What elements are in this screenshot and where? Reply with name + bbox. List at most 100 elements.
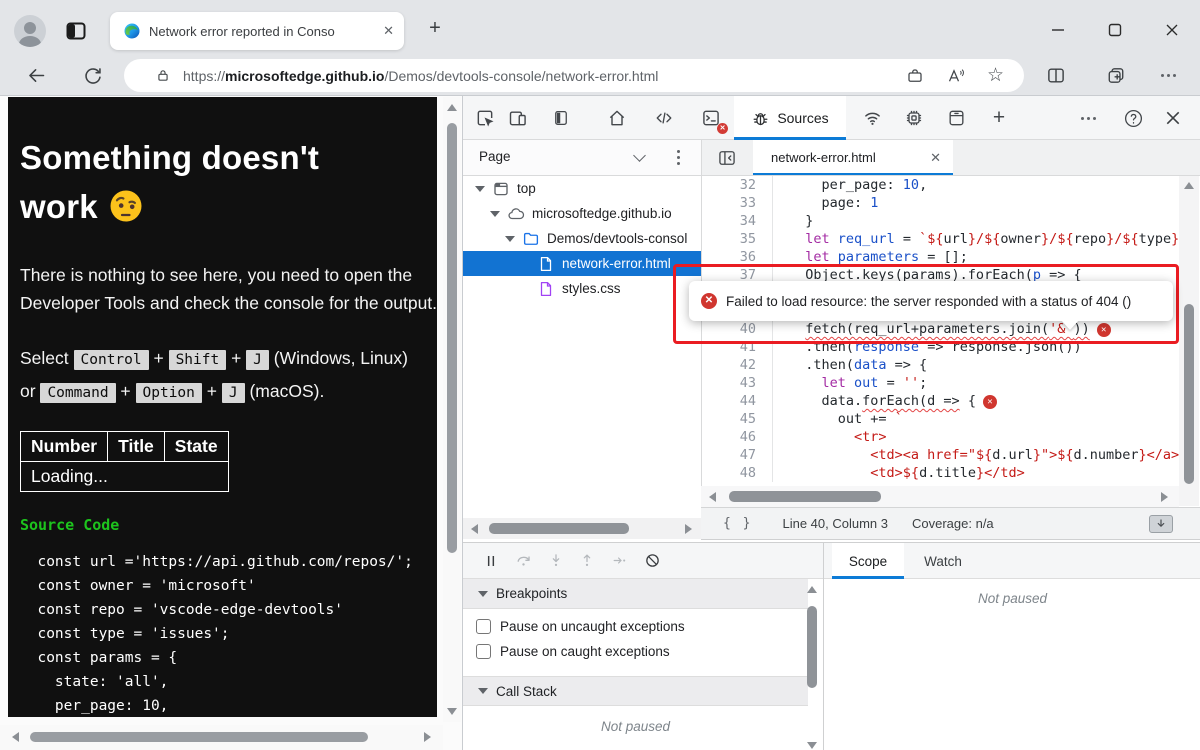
page-horizontal-scrollbar[interactable] xyxy=(0,725,443,750)
step-into-button[interactable] xyxy=(548,552,564,569)
address-bar[interactable]: https://microsoftedge.github.io/Demos/de… xyxy=(124,59,1024,92)
breakpoints-section-header[interactable]: Breakpoints xyxy=(463,579,808,609)
caret-down-icon[interactable] xyxy=(505,236,515,242)
line-number[interactable]: 42 xyxy=(701,356,773,374)
debugger-scrollbar[interactable] xyxy=(803,580,821,750)
scrollbar-thumb[interactable] xyxy=(1184,304,1194,484)
tab-watch[interactable]: Watch xyxy=(912,543,974,579)
refresh-button[interactable] xyxy=(82,65,103,86)
minimize-button[interactable] xyxy=(1043,18,1073,42)
scrollbar-thumb[interactable] xyxy=(447,123,457,553)
tree-item-top[interactable]: top xyxy=(463,176,701,201)
favorites-star-icon[interactable]: ☆ xyxy=(987,67,1004,85)
tree-item-demos-devtools-consol[interactable]: Demos/devtools-consol xyxy=(463,226,701,251)
line-number[interactable]: 34 xyxy=(701,212,773,230)
line-number[interactable]: 46 xyxy=(701,428,773,446)
enhanced-security-icon[interactable] xyxy=(906,67,924,85)
tab-performance-chip-icon[interactable] xyxy=(902,106,926,130)
line-number[interactable]: 36 xyxy=(701,248,773,266)
pause-uncaught-checkbox[interactable] xyxy=(476,619,491,634)
device-emulation-icon[interactable] xyxy=(506,106,530,130)
lock-icon[interactable] xyxy=(156,68,170,83)
pause-script-button[interactable] xyxy=(483,553,499,569)
tab-sources[interactable]: Sources xyxy=(734,96,846,140)
line-number[interactable]: 32 xyxy=(701,176,773,194)
settings-more-icon[interactable] xyxy=(1161,74,1176,77)
scrollbar-thumb[interactable] xyxy=(30,732,368,742)
navigator-horizontal-scrollbar[interactable] xyxy=(463,518,701,539)
step-button[interactable] xyxy=(610,553,629,568)
close-devtools-icon[interactable] xyxy=(1161,106,1185,130)
code-line-42[interactable]: 42 .then(data => { xyxy=(701,356,1179,374)
tree-item-microsoftedge-github-io[interactable]: microsoftedge.github.io xyxy=(463,201,701,226)
pause-caught-checkbox[interactable] xyxy=(476,644,491,659)
collections-icon[interactable] xyxy=(1106,66,1126,85)
line-number[interactable]: 43 xyxy=(701,374,773,392)
line-number[interactable]: 41 xyxy=(701,338,773,356)
maximize-button[interactable] xyxy=(1100,18,1130,42)
read-aloud-icon[interactable] xyxy=(946,67,965,85)
split-screen-icon[interactable] xyxy=(1046,66,1066,85)
navigator-more-icon[interactable] xyxy=(677,150,680,165)
devtools-more-options-icon[interactable] xyxy=(1081,117,1096,120)
scrollbar-thumb[interactable] xyxy=(807,606,817,688)
code-line-48[interactable]: 48 <td>${d.title}</td> xyxy=(701,464,1179,482)
tree-item-styles-css[interactable]: styles.css xyxy=(463,276,701,301)
code-line-46[interactable]: 46 <tr> xyxy=(701,428,1179,446)
editor-tab-close-icon[interactable]: ✕ xyxy=(930,150,941,166)
code-editor[interactable]: 32 per_page: 10,33 page: 134 }35 let req… xyxy=(701,176,1179,488)
editor-horizontal-scrollbar[interactable] xyxy=(701,486,1179,507)
tab-console-icon[interactable]: ✕ xyxy=(699,106,723,130)
tree-item-network-error-html[interactable]: network-error.html xyxy=(463,251,701,276)
code-line-36[interactable]: 36 let parameters = []; xyxy=(701,248,1179,266)
dock-debugger-icon[interactable] xyxy=(1149,515,1173,533)
code-line-47[interactable]: 47 <td><a href="${d.url}">${d.number}</a… xyxy=(701,446,1179,464)
tab-scope[interactable]: Scope xyxy=(832,543,904,579)
more-tools-plus-button[interactable]: + xyxy=(987,106,1011,130)
inline-error-badge-icon[interactable]: ✕ xyxy=(983,395,997,409)
code-line-33[interactable]: 33 page: 1 xyxy=(701,194,1179,212)
back-button[interactable] xyxy=(26,65,47,86)
inspect-icon[interactable] xyxy=(473,106,497,130)
hide-navigator-icon[interactable] xyxy=(715,146,739,170)
page-dropdown[interactable]: Page xyxy=(479,149,511,164)
line-number[interactable]: 44 xyxy=(701,392,773,410)
scrollbar-thumb[interactable] xyxy=(729,491,881,502)
code-line-43[interactable]: 43 let out = ''; xyxy=(701,374,1179,392)
tab-actions-icon[interactable] xyxy=(64,19,88,43)
code-line-44[interactable]: 44 data.forEach(d => {✕ xyxy=(701,392,1179,410)
tab-application-drawer-icon[interactable] xyxy=(944,106,968,130)
browser-tab[interactable]: Network error reported in Conso ✕ xyxy=(110,12,404,50)
line-number[interactable]: 33 xyxy=(701,194,773,212)
line-number[interactable]: 48 xyxy=(701,464,773,482)
editor-tab-network-error[interactable]: network-error.html ✕ xyxy=(753,140,953,175)
line-number[interactable]: 35 xyxy=(701,230,773,248)
tab-elements-code-icon[interactable] xyxy=(652,106,676,130)
tab-close-icon[interactable]: ✕ xyxy=(383,23,394,39)
close-window-button[interactable] xyxy=(1157,18,1187,42)
help-icon[interactable] xyxy=(1121,106,1145,130)
line-number[interactable]: 47 xyxy=(701,446,773,464)
code-line-41[interactable]: 41 .then(response => response.json()) xyxy=(701,338,1179,356)
code-line-34[interactable]: 34 } xyxy=(701,212,1179,230)
caret-down-icon[interactable] xyxy=(490,211,500,217)
line-number[interactable]: 40 xyxy=(701,320,773,338)
chevron-down-icon[interactable] xyxy=(633,149,646,162)
caret-down-icon[interactable] xyxy=(475,186,485,192)
tab-welcome-home-icon[interactable] xyxy=(605,106,629,130)
profile-avatar[interactable] xyxy=(14,15,46,47)
call-stack-section-header[interactable]: Call Stack xyxy=(463,676,808,706)
deactivate-breakpoints-button[interactable] xyxy=(644,552,661,569)
code-line-32[interactable]: 32 per_page: 10, xyxy=(701,176,1179,194)
pretty-print-button[interactable]: { } xyxy=(723,516,752,531)
page-vertical-scrollbar[interactable] xyxy=(443,97,461,722)
inline-error-badge-icon[interactable]: ✕ xyxy=(1097,323,1111,337)
code-line-35[interactable]: 35 let req_url = `${url}/${owner}/${repo… xyxy=(701,230,1179,248)
line-number[interactable]: 45 xyxy=(701,410,773,428)
step-out-button[interactable] xyxy=(579,552,595,569)
editor-vertical-scrollbar[interactable] xyxy=(1179,176,1199,506)
code-line-40[interactable]: 40 fetch(req_url+parameters.join('&'))✕ xyxy=(701,320,1179,338)
scrollbar-thumb[interactable] xyxy=(489,523,629,534)
new-tab-button[interactable]: + xyxy=(422,16,448,42)
step-over-button[interactable] xyxy=(514,552,533,569)
